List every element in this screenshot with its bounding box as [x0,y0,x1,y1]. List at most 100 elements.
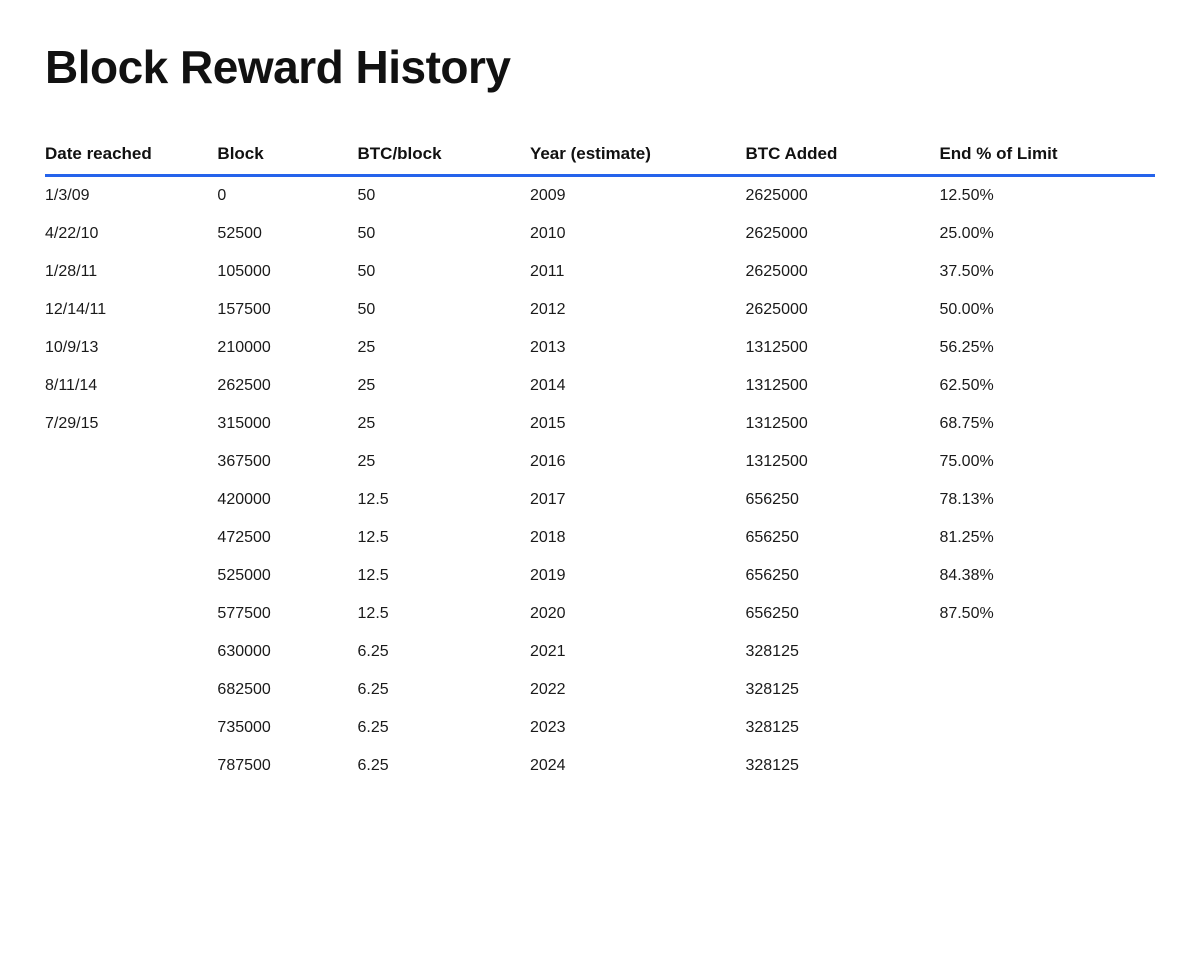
cell-row2-col4: 2625000 [745,253,939,291]
cell-row7-col4: 1312500 [745,443,939,481]
cell-row4-col2: 25 [358,329,530,367]
cell-row4-col0: 10/9/13 [45,329,217,367]
cell-row8-col2: 12.5 [358,481,530,519]
cell-row1-col0: 4/22/10 [45,215,217,253]
cell-row11-col1: 577500 [217,595,357,633]
cell-row12-col3: 2021 [530,633,746,671]
cell-row9-col0 [45,519,217,557]
cell-row13-col1: 682500 [217,671,357,709]
cell-row9-col5: 81.25% [939,519,1155,557]
table-row: 6825006.252022328125 [45,671,1155,709]
col-header-end-pct: End % of Limit [939,134,1155,174]
cell-row0-col4: 2625000 [745,177,939,215]
cell-row12-col4: 328125 [745,633,939,671]
table-row: 367500252016131250075.00% [45,443,1155,481]
cell-row9-col2: 12.5 [358,519,530,557]
table-row: 12/14/11157500502012262500050.00% [45,291,1155,329]
cell-row15-col4: 328125 [745,747,939,785]
col-header-btc-block: BTC/block [358,134,530,174]
col-header-block: Block [217,134,357,174]
cell-row12-col2: 6.25 [358,633,530,671]
cell-row8-col4: 656250 [745,481,939,519]
table-row: 42000012.5201765625078.13% [45,481,1155,519]
cell-row9-col1: 472500 [217,519,357,557]
table-row: 7/29/15315000252015131250068.75% [45,405,1155,443]
cell-row0-col0: 1/3/09 [45,177,217,215]
cell-row12-col5 [939,633,1155,671]
cell-row12-col0 [45,633,217,671]
cell-row8-col5: 78.13% [939,481,1155,519]
col-header-date: Date reached [45,134,217,174]
cell-row1-col3: 2010 [530,215,746,253]
table-row: 6300006.252021328125 [45,633,1155,671]
cell-row3-col5: 50.00% [939,291,1155,329]
cell-row6-col1: 315000 [217,405,357,443]
cell-row7-col5: 75.00% [939,443,1155,481]
cell-row5-col5: 62.50% [939,367,1155,405]
table-row: 1/28/11105000502011262500037.50% [45,253,1155,291]
cell-row4-col4: 1312500 [745,329,939,367]
cell-row14-col3: 2023 [530,709,746,747]
cell-row1-col2: 50 [358,215,530,253]
cell-row5-col3: 2014 [530,367,746,405]
table-wrapper: Date reached Block BTC/block Year (estim… [45,134,1155,785]
cell-row7-col3: 2016 [530,443,746,481]
cell-row10-col5: 84.38% [939,557,1155,595]
cell-row11-col3: 2020 [530,595,746,633]
cell-row8-col0 [45,481,217,519]
cell-row2-col3: 2011 [530,253,746,291]
cell-row13-col4: 328125 [745,671,939,709]
cell-row5-col0: 8/11/14 [45,367,217,405]
table-row: 52500012.5201965625084.38% [45,557,1155,595]
cell-row10-col3: 2019 [530,557,746,595]
cell-row10-col4: 656250 [745,557,939,595]
cell-row1-col1: 52500 [217,215,357,253]
page-title: Block Reward History [45,40,1155,94]
cell-row2-col2: 50 [358,253,530,291]
cell-row3-col0: 12/14/11 [45,291,217,329]
cell-row11-col2: 12.5 [358,595,530,633]
cell-row1-col4: 2625000 [745,215,939,253]
cell-row6-col5: 68.75% [939,405,1155,443]
cell-row3-col4: 2625000 [745,291,939,329]
cell-row6-col2: 25 [358,405,530,443]
cell-row2-col5: 37.50% [939,253,1155,291]
table-row: 4/22/1052500502010262500025.00% [45,215,1155,253]
cell-row2-col1: 105000 [217,253,357,291]
cell-row1-col5: 25.00% [939,215,1155,253]
cell-row10-col0 [45,557,217,595]
cell-row6-col4: 1312500 [745,405,939,443]
cell-row0-col2: 50 [358,177,530,215]
cell-row4-col5: 56.25% [939,329,1155,367]
cell-row5-col4: 1312500 [745,367,939,405]
block-reward-table: Date reached Block BTC/block Year (estim… [45,134,1155,785]
cell-row8-col1: 420000 [217,481,357,519]
table-row: 10/9/13210000252013131250056.25% [45,329,1155,367]
cell-row13-col3: 2022 [530,671,746,709]
cell-row14-col5 [939,709,1155,747]
cell-row14-col1: 735000 [217,709,357,747]
cell-row11-col0 [45,595,217,633]
cell-row9-col3: 2018 [530,519,746,557]
cell-row14-col2: 6.25 [358,709,530,747]
cell-row15-col0 [45,747,217,785]
table-row: 1/3/090502009262500012.50% [45,177,1155,215]
cell-row2-col0: 1/28/11 [45,253,217,291]
col-header-year: Year (estimate) [530,134,746,174]
cell-row7-col0 [45,443,217,481]
cell-row11-col5: 87.50% [939,595,1155,633]
cell-row4-col1: 210000 [217,329,357,367]
cell-row3-col3: 2012 [530,291,746,329]
cell-row15-col5 [939,747,1155,785]
cell-row15-col2: 6.25 [358,747,530,785]
cell-row5-col2: 25 [358,367,530,405]
cell-row7-col2: 25 [358,443,530,481]
table-row: 7350006.252023328125 [45,709,1155,747]
cell-row0-col3: 2009 [530,177,746,215]
cell-row10-col2: 12.5 [358,557,530,595]
table-row: 8/11/14262500252014131250062.50% [45,367,1155,405]
col-header-btc-added: BTC Added [745,134,939,174]
cell-row0-col5: 12.50% [939,177,1155,215]
cell-row13-col5 [939,671,1155,709]
cell-row5-col1: 262500 [217,367,357,405]
